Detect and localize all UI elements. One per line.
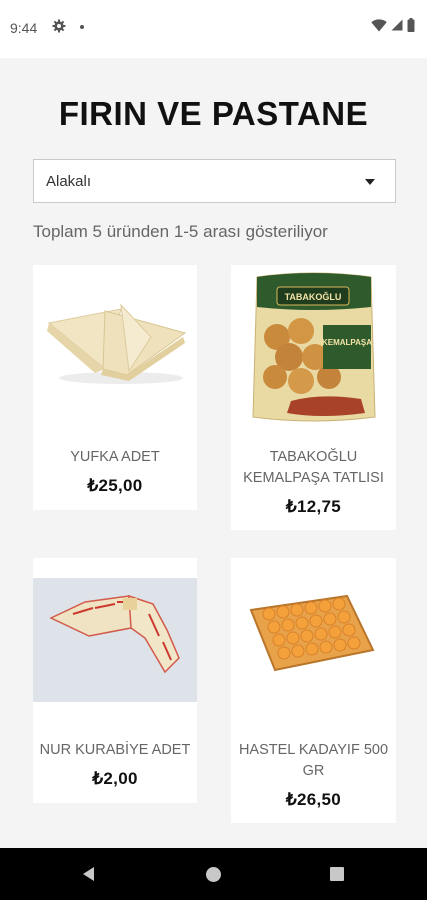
system-nav-bar	[0, 848, 427, 900]
product-image-nur-kurabiye[interactable]	[33, 558, 197, 723]
status-gap	[0, 58, 427, 68]
product-name[interactable]: TABAKOĞLU KEMALPAŞA TATLISI	[237, 447, 390, 489]
notification-dot-icon	[80, 25, 84, 29]
page-title: FIRIN VE PASTANE	[58, 95, 369, 132]
product-image-yufka[interactable]	[33, 265, 197, 430]
package-brand-text: TABAKOĞLU	[285, 291, 342, 302]
product-name[interactable]: NUR KURABİYE ADET	[39, 740, 191, 761]
product-price: ₺12,75	[285, 497, 342, 516]
product-name[interactable]: YUFKA ADET	[39, 447, 191, 468]
result-count: Toplam 5 üründen 1-5 arası gösteriliyor	[33, 222, 328, 241]
home-icon[interactable]	[206, 867, 221, 882]
status-time: 9:44	[10, 20, 38, 36]
chevron-down-icon	[365, 179, 375, 185]
main-content: FIRIN VE PASTANE Alakalı Toplam 5 üründe…	[0, 68, 427, 848]
product-name[interactable]: HASTEL KADAYIF 500 GR	[237, 740, 390, 782]
product-image-hastel-kadayif[interactable]	[231, 558, 396, 723]
product-card-tabakoglu[interactable]: TABAKOĞLU KEMALPAŞA TABAKOĞLU KEMALPAŞA …	[231, 265, 396, 530]
battery-icon	[407, 18, 415, 32]
product-card-hastel-kadayif[interactable]: HASTEL KADAYIF 500 GR ₺26,50	[231, 558, 396, 823]
back-icon[interactable]	[83, 867, 94, 881]
sort-dropdown[interactable]: Alakalı	[33, 159, 396, 203]
recents-icon[interactable]	[330, 867, 344, 881]
sort-selected-value: Alakalı	[46, 173, 92, 190]
product-price: ₺25,00	[87, 476, 143, 495]
cell-signal-icon	[391, 19, 403, 31]
product-card-nur-kurabiye[interactable]: NUR KURABİYE ADET ₺2,00	[33, 558, 197, 803]
gear-icon	[52, 19, 66, 33]
product-price: ₺2,00	[92, 769, 138, 788]
product-price: ₺26,50	[285, 790, 342, 809]
product-card-yufka[interactable]: YUFKA ADET ₺25,00	[33, 265, 197, 510]
package-product-text: KEMALPAŞA	[322, 338, 372, 347]
wifi-icon	[371, 18, 387, 31]
status-bar: 9:44	[0, 0, 427, 58]
status-icons	[371, 18, 415, 32]
product-image-tabakoglu[interactable]: TABAKOĞLU KEMALPAŞA	[231, 265, 396, 430]
